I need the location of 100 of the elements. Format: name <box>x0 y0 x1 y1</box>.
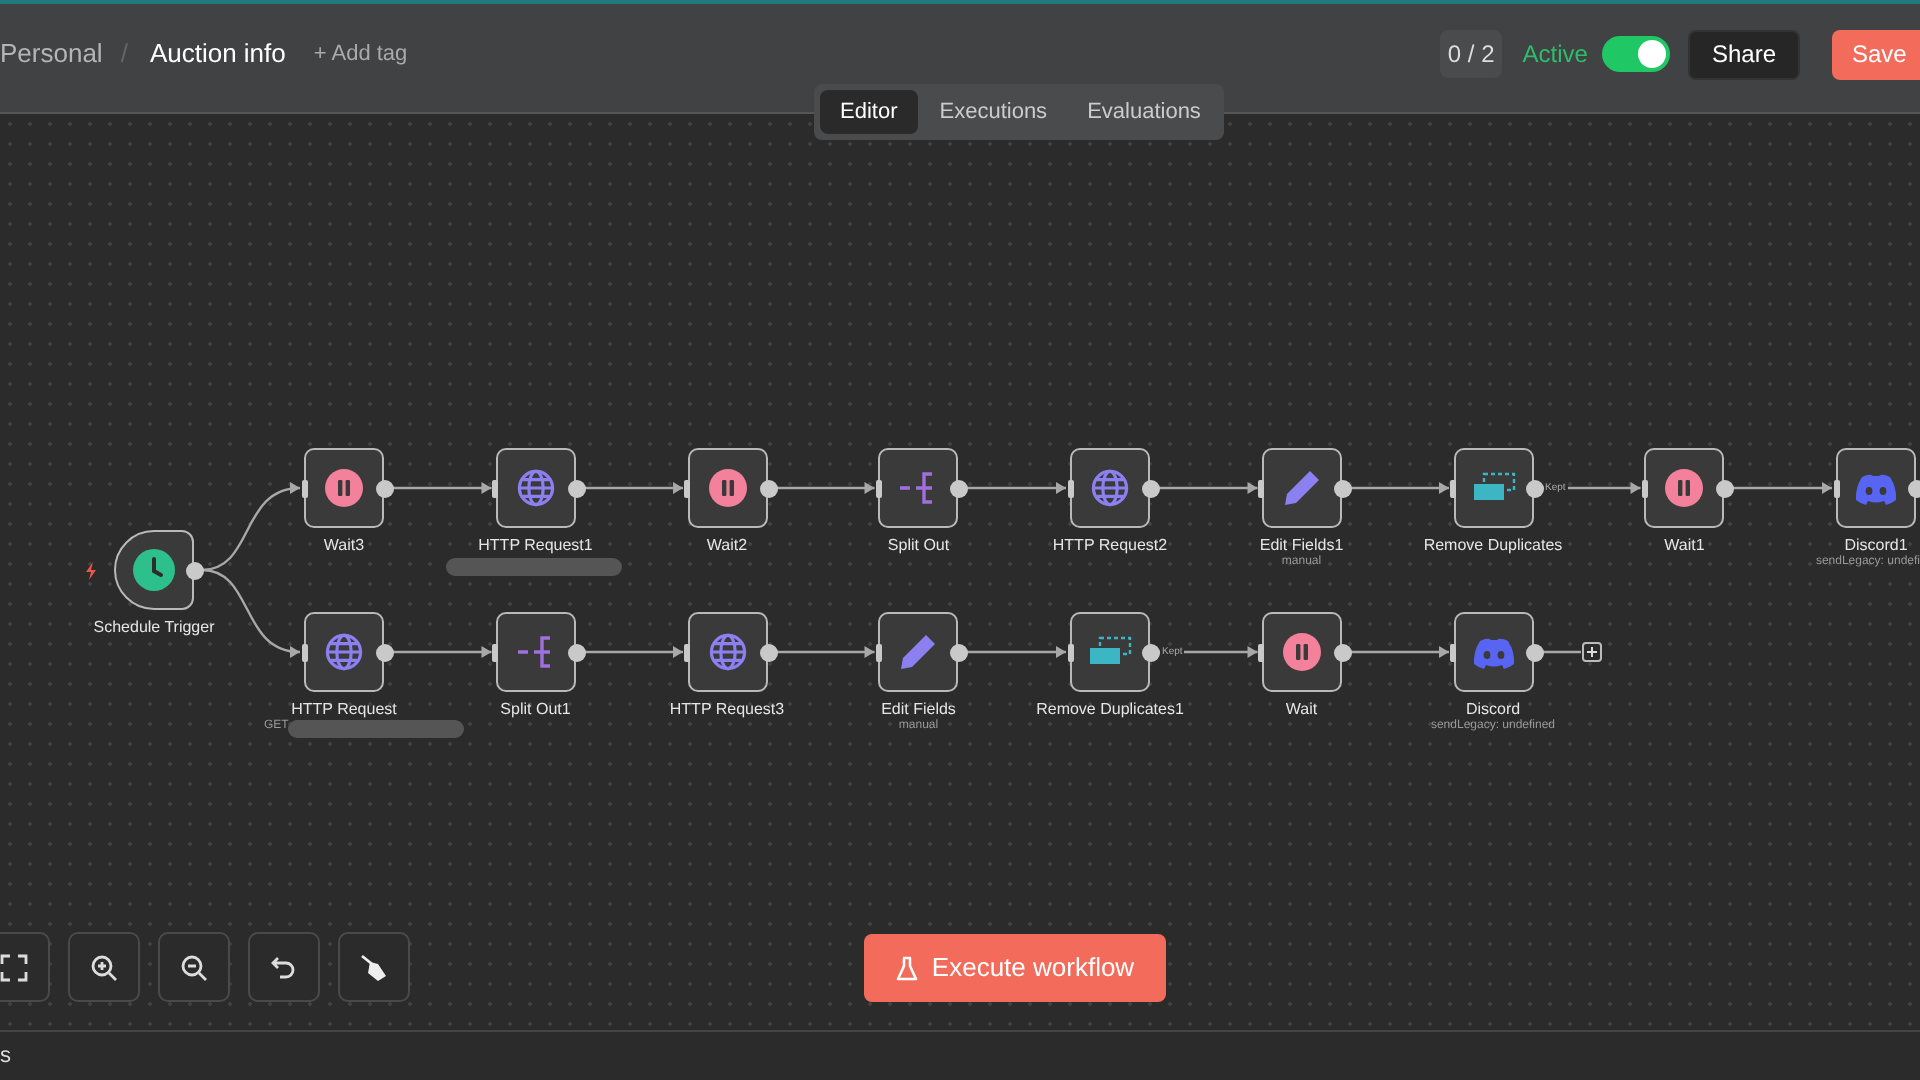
input-handle[interactable] <box>684 479 690 497</box>
node-label: Edit Fields1 <box>1259 534 1344 555</box>
input-handle[interactable] <box>1258 643 1265 661</box>
workflow-node[interactable] <box>1453 612 1533 692</box>
globe-icon <box>1090 468 1130 508</box>
input-handle[interactable] <box>301 643 307 661</box>
rectangles-icon <box>1088 636 1132 668</box>
pause-icon <box>324 468 364 508</box>
workflow-node[interactable] <box>495 612 576 692</box>
connector-line <box>966 646 1066 658</box>
workflow-node[interactable] <box>1261 612 1342 692</box>
input-handle[interactable] <box>492 643 499 661</box>
undo-icon <box>270 953 298 981</box>
globe-icon <box>515 468 556 508</box>
globe-icon <box>707 632 747 672</box>
workflow-node[interactable] <box>1644 448 1725 528</box>
node-label: HTTP Request <box>291 698 397 722</box>
fit-view-icon <box>0 953 28 981</box>
connector-line <box>1158 482 1258 494</box>
connector-line <box>966 482 1066 494</box>
input-handle[interactable] <box>1258 479 1265 497</box>
workflow-node[interactable] <box>495 448 576 528</box>
clock-icon <box>132 548 176 592</box>
connector-line <box>1732 482 1832 494</box>
save-button[interactable]: Save <box>1832 29 1920 79</box>
input-handle[interactable] <box>301 479 307 497</box>
zoom-in-icon <box>90 953 118 981</box>
workflow-node[interactable] <box>1070 448 1150 528</box>
connector-line <box>775 482 875 494</box>
workflow-node[interactable] <box>1070 612 1150 692</box>
tidy-up-button[interactable] <box>338 932 410 1002</box>
workflow-node[interactable] <box>687 612 767 692</box>
add-node-button[interactable] <box>1581 642 1601 662</box>
node-label: Wait <box>1285 698 1318 722</box>
input-handle[interactable] <box>684 643 690 661</box>
panel-label: s <box>0 1041 11 1072</box>
split-icon <box>515 634 556 670</box>
workflow-name[interactable]: Auction info <box>149 34 286 74</box>
connector-line <box>583 482 683 494</box>
node-label: HTTP Request3 <box>669 698 785 722</box>
node-label: Discord <box>1465 698 1521 719</box>
pause-icon <box>1281 632 1322 672</box>
active-label: Active <box>1522 38 1588 72</box>
flask-icon <box>895 955 918 981</box>
node-label: Schedule Trigger <box>93 616 215 640</box>
tab[interactable]: Editor <box>820 90 918 134</box>
breadcrumb-separator: / <box>120 36 128 73</box>
rectangles-icon <box>1471 472 1515 504</box>
node-label: Remove Duplicates1 <box>1036 698 1184 722</box>
workflow-node[interactable] <box>687 448 767 528</box>
node-label: Wait1 <box>1664 534 1705 558</box>
workflow-node[interactable] <box>878 612 959 692</box>
input-handle[interactable] <box>1641 479 1648 497</box>
node-label: HTTP Request2 <box>1052 534 1168 558</box>
broom-icon <box>360 953 388 981</box>
gamepad-icon <box>1471 635 1515 669</box>
gamepad-icon <box>1854 471 1898 505</box>
node-label: Edit Fields <box>881 698 956 719</box>
add-tag-link[interactable]: + Add tag <box>313 37 408 71</box>
execute-workflow-button[interactable]: Execute workflow <box>864 934 1166 1002</box>
node-label: Remove Duplicates <box>1423 534 1563 558</box>
workflow-node[interactable] <box>1453 448 1533 528</box>
undo-button[interactable] <box>248 932 320 1002</box>
workflow-node[interactable] <box>1261 448 1342 528</box>
input-handle[interactable] <box>1067 643 1073 661</box>
node-label: Wait2 <box>706 534 748 558</box>
input-handle[interactable] <box>1833 479 1839 497</box>
input-handle[interactable] <box>1067 479 1073 497</box>
connector-line <box>201 482 301 572</box>
node-label: Wait3 <box>323 534 365 558</box>
workflow-node[interactable] <box>1836 448 1916 528</box>
counter: 0 / 2 <box>1439 30 1503 78</box>
connector-line <box>392 646 492 658</box>
input-handle[interactable] <box>1450 643 1456 661</box>
input-handle[interactable] <box>492 479 499 497</box>
zoom-in-button[interactable] <box>68 932 140 1002</box>
tab[interactable]: Executions <box>921 90 1066 134</box>
trigger-node[interactable] <box>114 530 194 610</box>
connector-line <box>1349 646 1449 658</box>
workflow-node[interactable] <box>304 448 384 528</box>
lightning-icon <box>84 562 98 580</box>
breadcrumb-link[interactable]: Personal <box>0 34 103 74</box>
connector-line <box>583 646 683 658</box>
workflow-node[interactable] <box>304 612 384 692</box>
share-button[interactable]: Share <box>1687 29 1800 79</box>
node-label: HTTP Request1 <box>478 534 593 558</box>
workflow-node[interactable] <box>878 448 959 528</box>
node-label: Split Out <box>887 534 950 558</box>
pause-icon <box>707 468 747 508</box>
tab[interactable]: Evaluations <box>1069 90 1219 134</box>
node-label: Split Out1 <box>500 698 571 722</box>
connector-line <box>1541 650 1581 654</box>
zoom-out-button[interactable] <box>158 932 230 1002</box>
input-handle[interactable] <box>1450 479 1456 497</box>
zoom-out-icon <box>180 953 208 981</box>
input-handle[interactable] <box>875 479 882 497</box>
connector-line <box>1349 482 1449 494</box>
input-handle[interactable] <box>875 643 882 661</box>
active-toggle[interactable] <box>1601 36 1670 72</box>
pencil-icon <box>898 632 939 672</box>
